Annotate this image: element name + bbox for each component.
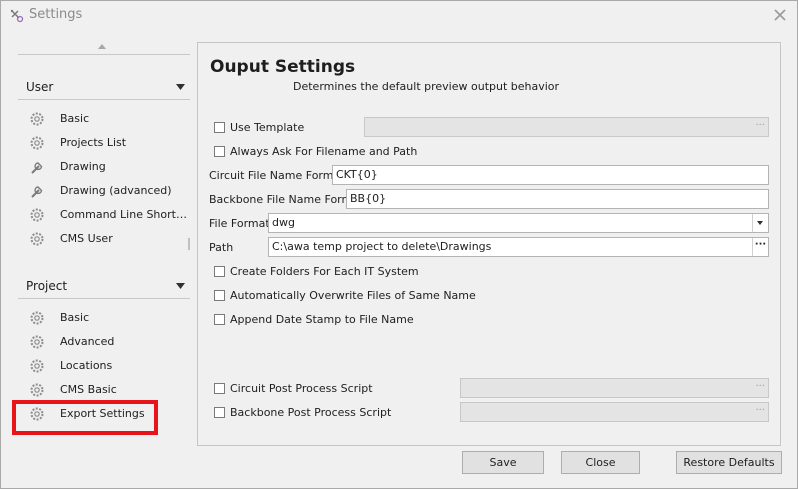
checkbox-box[interactable] <box>214 146 225 157</box>
nav-item-command-line-shortcuts[interactable]: Command Line Short… <box>23 204 187 226</box>
page-description: Determines the default preview output be… <box>293 80 560 93</box>
checkbox-box[interactable] <box>214 383 225 394</box>
template-path-field: ··· <box>364 117 769 137</box>
browse-ellipsis: ··· <box>755 120 765 131</box>
nav-item-cms-basic[interactable]: CMS Basic <box>23 379 183 401</box>
checkbox-box[interactable] <box>214 290 225 301</box>
title-bar: Settings <box>1 1 797 31</box>
backbone-format-label: Backbone File Name Format <box>209 193 364 206</box>
nav-item-cms-user[interactable]: CMS User <box>23 228 183 250</box>
gear-icon <box>30 136 44 150</box>
close-icon[interactable] <box>771 6 789 24</box>
gear-icon <box>30 112 44 126</box>
backbone-format-input[interactable]: BB{0} <box>346 189 769 209</box>
project-group-label: Project <box>26 279 68 293</box>
nav-item-label: CMS Basic <box>60 383 117 396</box>
create-folders-checkbox[interactable]: Create Folders For Each IT System <box>214 263 419 281</box>
checkbox-box[interactable] <box>214 122 225 133</box>
nav-item-label: Basic <box>60 112 90 125</box>
chevron-down-icon <box>757 221 763 225</box>
path-input[interactable]: C:\awa temp project to delete\Drawings ·… <box>268 237 769 257</box>
nav-item-label: Export Settings <box>60 407 145 420</box>
nav-item-project-basic[interactable]: Basic <box>23 307 183 329</box>
gear-icon <box>30 383 44 397</box>
user-group-header[interactable]: User <box>18 78 190 98</box>
settings-window: Settings User Basic Projects List Drawin… <box>0 0 798 489</box>
checkbox-label: Use Template <box>230 121 305 134</box>
checkbox-label: Circuit Post Process Script <box>230 382 373 395</box>
window-title: Settings <box>29 7 83 22</box>
checkbox-label: Append Date Stamp to File Name <box>230 313 414 326</box>
date-stamp-checkbox[interactable]: Append Date Stamp to File Name <box>214 311 414 329</box>
gear-icon <box>30 232 44 246</box>
checkbox-label: Backbone Post Process Script <box>230 406 392 419</box>
output-settings-panel: Ouput Settings Determines the default pr… <box>197 42 781 446</box>
checkbox-box[interactable] <box>214 266 225 277</box>
nav-item-label: Locations <box>60 359 113 372</box>
nav-item-label: Drawing (advanced) <box>60 184 172 197</box>
gear-icon <box>30 335 44 349</box>
file-format-label: File Format <box>209 217 270 230</box>
gear-icon <box>30 208 44 222</box>
panel-splitter[interactable] <box>188 238 190 250</box>
checkbox-box[interactable] <box>214 407 225 418</box>
nav-divider <box>18 54 190 55</box>
nav-item-label: CMS User <box>60 232 113 245</box>
settings-navigation: User Basic Projects List Drawing Drawing… <box>9 32 193 452</box>
file-format-select[interactable]: dwg <box>268 213 769 233</box>
checkbox-label: Automatically Overwrite Files of Same Na… <box>230 289 476 302</box>
circuit-format-label: Circuit File Name Format <box>209 169 345 182</box>
backbone-script-field: ··· <box>460 402 769 422</box>
nav-item-advanced[interactable]: Advanced <box>23 331 183 353</box>
collapse-arrow-icon <box>176 84 185 90</box>
gear-icon <box>30 311 44 325</box>
page-title: Ouput Settings <box>210 57 356 77</box>
use-template-checkbox[interactable]: Use Template <box>214 119 324 137</box>
circuit-script-field: ··· <box>460 378 769 398</box>
circuit-script-checkbox[interactable]: Circuit Post Process Script <box>214 380 374 398</box>
checkbox-label: Create Folders For Each IT System <box>230 265 419 278</box>
nav-item-label: Drawing <box>60 160 106 173</box>
gear-icon <box>30 407 44 421</box>
project-group-header[interactable]: Project <box>18 277 190 297</box>
dropdown-button[interactable] <box>752 214 768 232</box>
nav-item-label: Advanced <box>60 335 115 348</box>
nav-item-drawing-advanced[interactable]: Drawing (advanced) <box>23 180 183 202</box>
settings-wrench-icon <box>10 9 24 23</box>
circuit-format-input[interactable]: CKT{0} <box>332 165 769 185</box>
nav-item-drawing[interactable]: Drawing <box>23 156 183 178</box>
gear-icon <box>30 359 44 373</box>
nav-item-label: Basic <box>60 311 90 324</box>
path-value: C:\awa temp project to delete\Drawings <box>272 240 492 253</box>
wrench-icon <box>31 186 43 198</box>
checkbox-box[interactable] <box>214 314 225 325</box>
restore-defaults-button[interactable]: Restore Defaults <box>676 451 782 474</box>
close-button[interactable]: Close <box>561 451 640 474</box>
browse-ellipsis: ··· <box>755 381 765 392</box>
group-divider <box>18 99 190 100</box>
scroll-up-icon[interactable] <box>97 42 107 50</box>
overwrite-files-checkbox[interactable]: Automatically Overwrite Files of Same Na… <box>214 287 476 305</box>
nav-item-label: Command Line Short… <box>60 208 187 221</box>
nav-item-locations[interactable]: Locations <box>23 355 183 377</box>
backbone-script-checkbox[interactable]: Backbone Post Process Script <box>214 404 391 422</box>
checkbox-label: Always Ask For Filename and Path <box>230 145 418 158</box>
nav-item-projects-list[interactable]: Projects List <box>23 132 183 154</box>
save-button[interactable]: Save <box>462 451 544 474</box>
wrench-icon <box>31 162 43 174</box>
collapse-arrow-icon <box>176 283 185 289</box>
nav-item-user-basic[interactable]: Basic <box>23 108 183 130</box>
user-group-label: User <box>26 80 54 94</box>
path-label: Path <box>209 241 234 254</box>
browse-ellipsis: ··· <box>755 405 765 416</box>
nav-item-label: Projects List <box>60 136 127 149</box>
always-ask-checkbox[interactable]: Always Ask For Filename and Path <box>214 143 418 161</box>
file-format-value: dwg <box>272 216 295 229</box>
browse-button[interactable]: ··· <box>752 238 768 256</box>
group-divider <box>18 298 190 299</box>
nav-item-export-settings[interactable]: Export Settings <box>23 403 183 425</box>
